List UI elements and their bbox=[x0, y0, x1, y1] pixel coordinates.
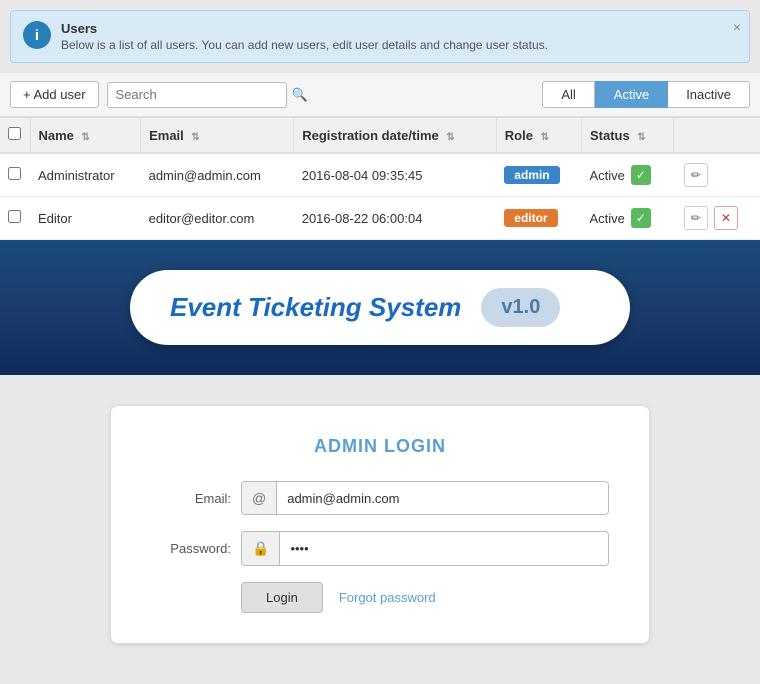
forgot-password-button[interactable]: Forgot password bbox=[339, 590, 436, 605]
delete-button-1[interactable]: ✕ bbox=[714, 206, 738, 230]
login-button[interactable]: Login bbox=[241, 582, 323, 613]
row-role: admin bbox=[496, 153, 581, 197]
info-icon: i bbox=[23, 21, 51, 49]
row-status: Active ✓ bbox=[581, 197, 673, 240]
th-status[interactable]: Status ⇅ bbox=[581, 118, 673, 153]
role-sort-icon: ⇅ bbox=[541, 132, 549, 143]
info-description: Below is a list of all users. You can ad… bbox=[61, 38, 548, 52]
event-ticketing-section: Event Ticketing System v1.0 bbox=[0, 240, 760, 375]
password-input-wrap: 🔒 bbox=[241, 531, 609, 566]
filter-all-button[interactable]: All bbox=[542, 81, 594, 108]
users-table: Name ⇅ Email ⇅ Registration date/time ⇅ … bbox=[0, 118, 760, 240]
row-regdate: 2016-08-22 06:00:04 bbox=[294, 197, 497, 240]
select-all-checkbox[interactable] bbox=[8, 127, 21, 140]
password-label: Password: bbox=[151, 541, 231, 556]
info-title: Users bbox=[61, 21, 548, 36]
regdate-sort-icon: ⇅ bbox=[446, 132, 454, 143]
edit-button-0[interactable]: ✏ bbox=[684, 163, 708, 187]
login-section: ADMIN LOGIN Email: @ Password: 🔒 Login F… bbox=[0, 375, 760, 684]
row-actions: ✏ bbox=[674, 153, 760, 197]
ticket-title: Event Ticketing System bbox=[170, 292, 461, 323]
toolbar: + Add user 🔍 All Active Inactive bbox=[0, 73, 760, 117]
close-banner-button[interactable]: × bbox=[733, 19, 741, 35]
info-text: Users Below is a list of all users. You … bbox=[61, 21, 548, 52]
role-badge: admin bbox=[504, 166, 559, 184]
password-field[interactable] bbox=[280, 533, 608, 564]
row-status: Active ✓ bbox=[581, 153, 673, 197]
status-text: Active bbox=[589, 168, 624, 183]
row-email: editor@editor.com bbox=[141, 197, 294, 240]
status-check-icon: ✓ bbox=[631, 165, 651, 185]
row-name: Administrator bbox=[30, 153, 141, 197]
th-name[interactable]: Name ⇅ bbox=[30, 118, 141, 153]
info-banner: i Users Below is a list of all users. Yo… bbox=[10, 10, 750, 63]
edit-button-1[interactable]: ✏ bbox=[684, 206, 708, 230]
row-name: Editor bbox=[30, 197, 141, 240]
email-sort-icon: ⇅ bbox=[191, 132, 199, 143]
row-checkbox-1[interactable] bbox=[8, 210, 21, 223]
version-badge: v1.0 bbox=[481, 288, 560, 327]
filter-group: All Active Inactive bbox=[542, 81, 750, 108]
row-checkbox-0[interactable] bbox=[8, 167, 21, 180]
status-check-icon: ✓ bbox=[631, 208, 651, 228]
table-row: Administrator admin@admin.com 2016-08-04… bbox=[0, 153, 760, 197]
lock-icon: 🔒 bbox=[242, 532, 280, 565]
th-checkbox bbox=[0, 118, 30, 153]
filter-inactive-button[interactable]: Inactive bbox=[668, 81, 750, 108]
filter-active-button[interactable]: Active bbox=[595, 81, 668, 108]
users-table-container: Name ⇅ Email ⇅ Registration date/time ⇅ … bbox=[0, 117, 760, 240]
status-text: Active bbox=[589, 211, 624, 226]
password-row: Password: 🔒 bbox=[151, 531, 609, 566]
search-icon: 🔍 bbox=[292, 87, 308, 103]
table-row: Editor editor@editor.com 2016-08-22 06:0… bbox=[0, 197, 760, 240]
add-user-button[interactable]: + Add user bbox=[10, 81, 99, 108]
th-email[interactable]: Email ⇅ bbox=[141, 118, 294, 153]
th-regdate[interactable]: Registration date/time ⇅ bbox=[294, 118, 497, 153]
row-role: editor bbox=[496, 197, 581, 240]
email-row: Email: @ bbox=[151, 481, 609, 515]
row-checkbox-cell bbox=[0, 153, 30, 197]
row-checkbox-cell bbox=[0, 197, 30, 240]
login-card: ADMIN LOGIN Email: @ Password: 🔒 Login F… bbox=[110, 405, 650, 644]
email-input-wrap: @ bbox=[241, 481, 609, 515]
row-actions: ✏ ✕ bbox=[674, 197, 760, 240]
role-badge: editor bbox=[504, 209, 557, 227]
login-title: ADMIN LOGIN bbox=[151, 436, 609, 457]
ticket-card: Event Ticketing System v1.0 bbox=[130, 270, 630, 345]
email-label: Email: bbox=[151, 491, 231, 506]
th-role[interactable]: Role ⇅ bbox=[496, 118, 581, 153]
search-wrap: 🔍 bbox=[107, 82, 287, 108]
form-actions: Login Forgot password bbox=[151, 582, 609, 613]
search-input[interactable] bbox=[116, 87, 292, 102]
row-regdate: 2016-08-04 09:35:45 bbox=[294, 153, 497, 197]
th-actions bbox=[674, 118, 760, 153]
status-sort-icon: ⇅ bbox=[637, 132, 645, 143]
email-field[interactable] bbox=[277, 483, 608, 514]
row-email: admin@admin.com bbox=[141, 153, 294, 197]
table-header-row: Name ⇅ Email ⇅ Registration date/time ⇅ … bbox=[0, 118, 760, 153]
name-sort-icon: ⇅ bbox=[82, 132, 90, 143]
email-icon: @ bbox=[242, 482, 277, 514]
